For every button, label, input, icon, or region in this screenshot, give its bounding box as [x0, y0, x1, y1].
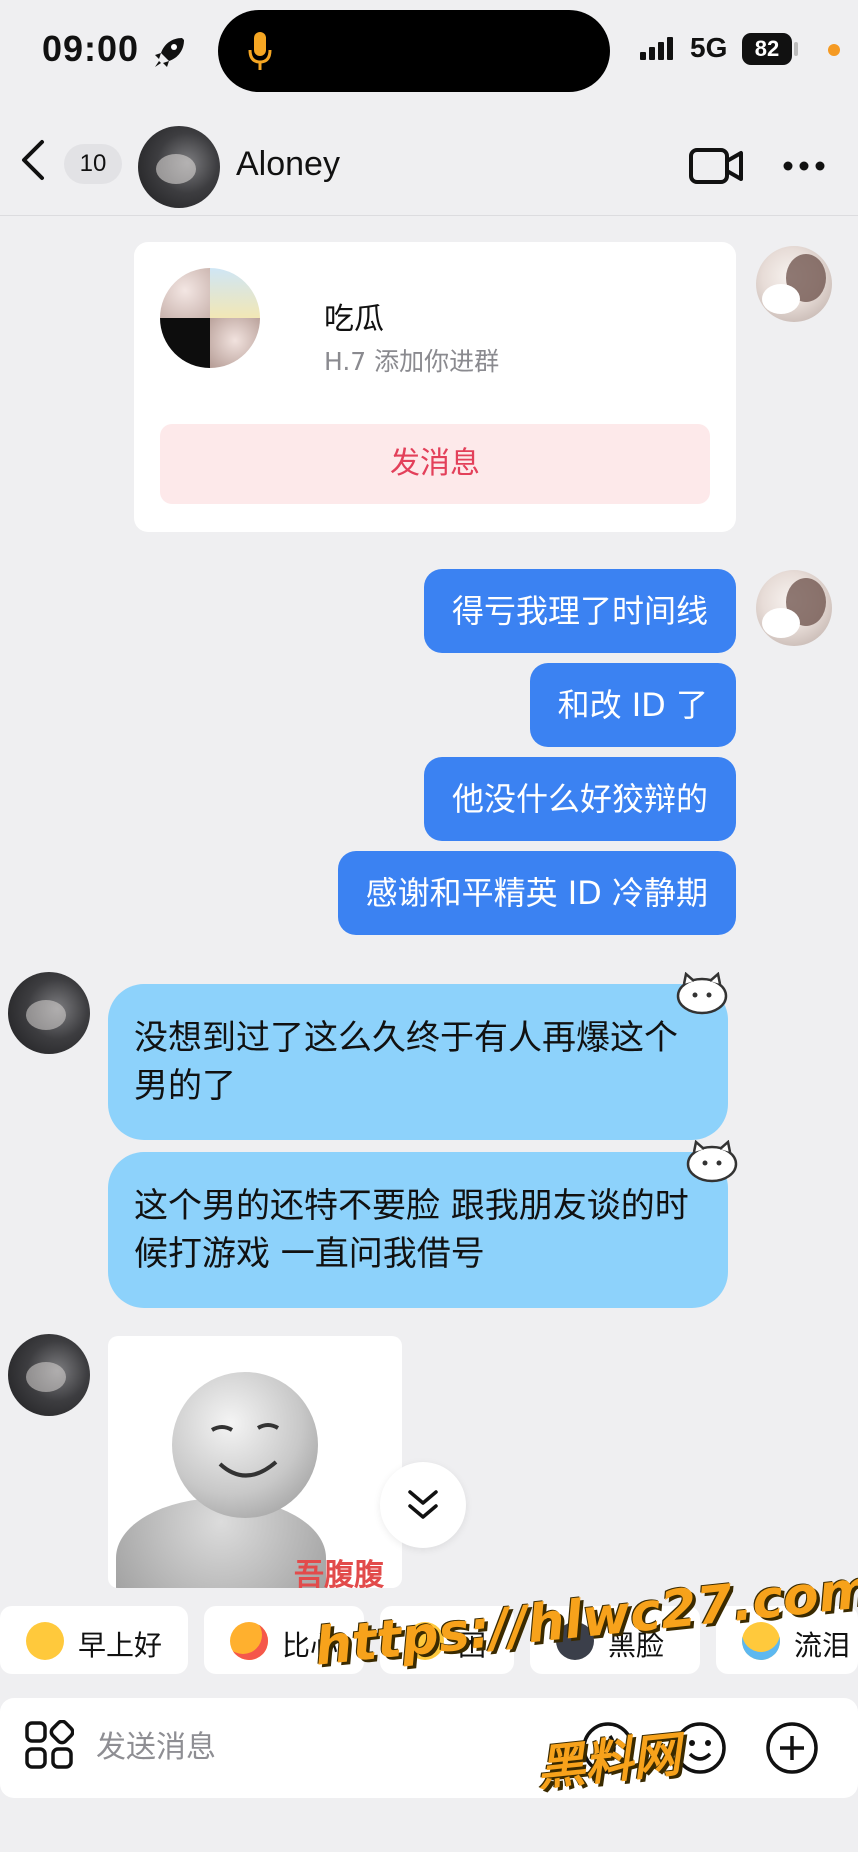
outgoing-message[interactable]: 感谢和平精英 ID 冷静期 [337, 851, 736, 935]
signal-icon [640, 37, 673, 60]
back-arrow-icon[interactable] [14, 138, 54, 182]
group-invite-card[interactable]: 吃瓜 H.7 添加你进群 发消息 [134, 242, 736, 532]
contact-avatar[interactable] [8, 972, 90, 1054]
quick-reply-label: 流泪 [794, 1629, 851, 1662]
sticker-figure-face [172, 1372, 318, 1518]
microphone-icon [248, 32, 272, 70]
battery-indicator: 82 [742, 33, 792, 65]
contact-avatar[interactable] [8, 1334, 90, 1416]
double-chevron-down-icon [408, 1490, 438, 1519]
unread-count-badge[interactable]: 10 [64, 144, 122, 184]
sticker-caption: 吾腹腹 [294, 1558, 384, 1588]
outgoing-message[interactable]: 得亏我理了时间线 [423, 569, 736, 653]
battery-tip [794, 42, 798, 56]
incoming-message[interactable]: 这个男的还特不要脸 跟我朋友谈的时候打游戏 一直问我借号 [108, 1152, 728, 1308]
outgoing-message[interactable]: 和改 ID 了 [529, 663, 736, 747]
send-message-button[interactable]: 发消息 [160, 424, 710, 504]
message-input[interactable] [96, 1722, 516, 1772]
status-bar: 09:00 5G 82 [0, 0, 858, 100]
watermark-site-name: 黑料网 [533, 1726, 684, 1798]
rocket-icon [155, 38, 184, 67]
contact-name[interactable]: Aloney [236, 145, 340, 184]
quick-reply-chip[interactable]: 早上好 [0, 1606, 188, 1674]
my-avatar[interactable] [756, 246, 832, 322]
group-invite-subtitle: H.7 添加你进群 [324, 347, 500, 376]
more-options-icon[interactable] [782, 160, 826, 172]
group-avatar [160, 268, 260, 368]
outgoing-message[interactable]: 他没什么好狡辩的 [423, 757, 736, 841]
contact-avatar[interactable] [138, 126, 220, 208]
video-call-icon[interactable] [688, 146, 744, 186]
apps-grid-icon[interactable] [24, 1720, 74, 1770]
my-avatar[interactable] [756, 570, 832, 646]
scroll-to-bottom-button[interactable] [380, 1462, 466, 1548]
incoming-message[interactable]: 没想到过了这么久终于有人再爆这个男的了 [108, 984, 728, 1140]
heart-hands-emoji-icon [230, 1622, 268, 1660]
network-type: 5G [690, 32, 728, 63]
cat-sticker-icon [676, 972, 728, 1015]
privacy-indicator-dot [828, 44, 840, 56]
chat-header: 10 Aloney [0, 100, 858, 216]
bottom-safe-area [0, 1810, 858, 1852]
sun-emoji-icon [26, 1622, 64, 1660]
message-input-bar [0, 1698, 858, 1798]
dynamic-island [218, 10, 610, 92]
status-time: 09:00 [42, 28, 140, 69]
cat-sticker-icon [686, 1140, 738, 1183]
group-name: 吃瓜 [324, 302, 384, 337]
plus-icon[interactable] [764, 1720, 820, 1776]
quick-reply-label: 早上好 [78, 1629, 163, 1662]
sticker-message[interactable]: 吾腹腹 [108, 1336, 402, 1588]
